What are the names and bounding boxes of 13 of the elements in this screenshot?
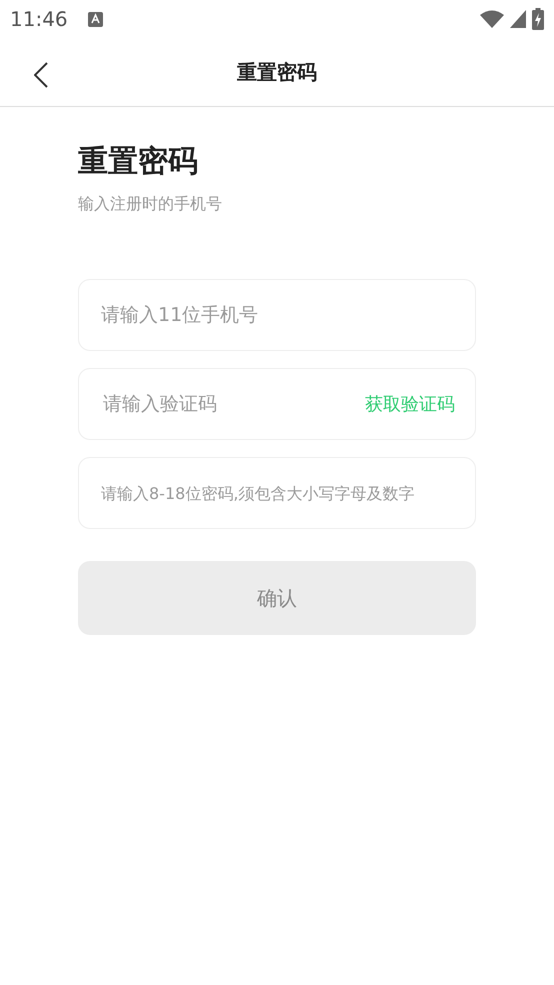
wifi-icon bbox=[480, 10, 504, 28]
page-title: 重置密码 bbox=[237, 58, 317, 86]
phone-field[interactable]: 请输入11位手机号 bbox=[78, 279, 476, 351]
subtitle: 输入注册时的手机号 bbox=[78, 194, 223, 215]
code-field[interactable]: 请输入验证码 获取验证码 bbox=[78, 368, 476, 440]
battery-icon bbox=[532, 8, 544, 30]
signal-icon bbox=[510, 10, 526, 28]
status-time: 11:46 bbox=[10, 7, 68, 31]
get-code-link[interactable]: 获取验证码 bbox=[365, 392, 455, 416]
keyboard-icon bbox=[88, 12, 103, 26]
password-field[interactable]: 请输入8-18位密码,须包含大小写字母及数字 bbox=[78, 457, 476, 529]
back-icon bbox=[34, 62, 48, 88]
heading: 重置密码 bbox=[78, 143, 199, 181]
